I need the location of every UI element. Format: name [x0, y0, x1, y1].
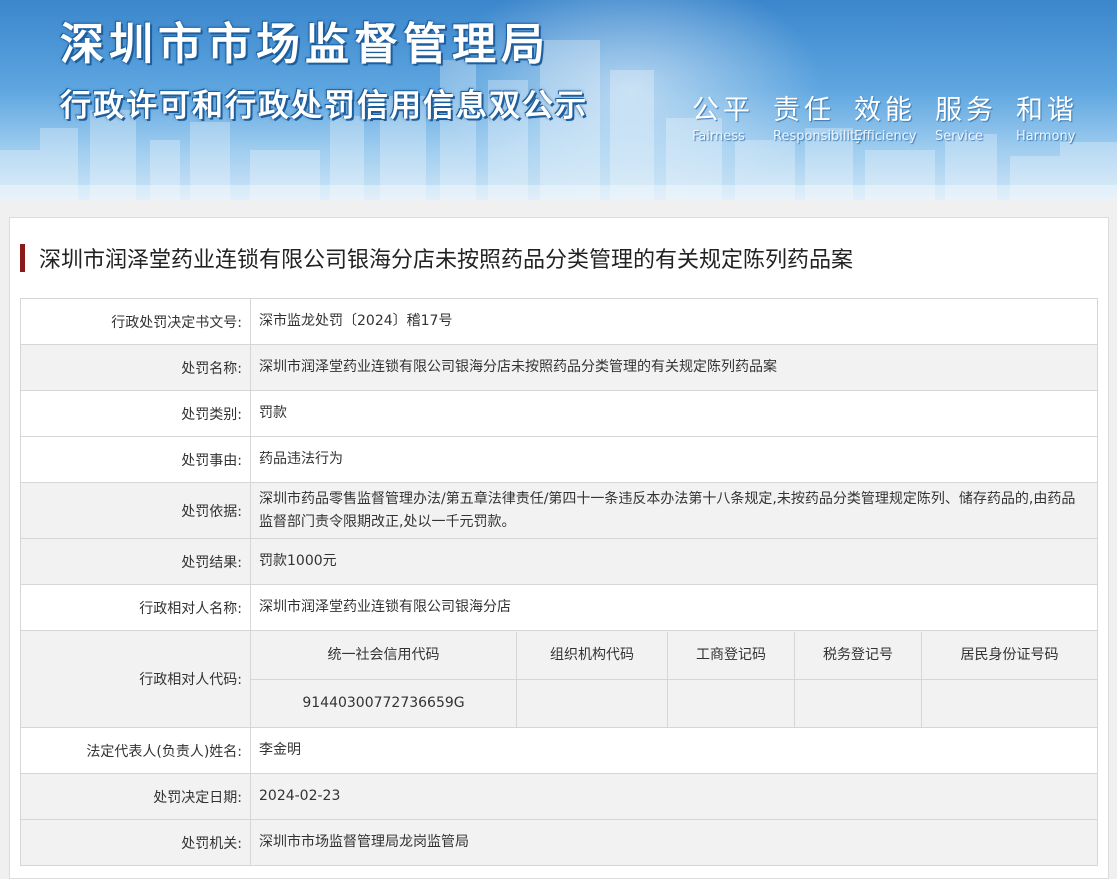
table-row: 行政相对人名称: 深圳市润泽堂药业连锁有限公司银海分店 — [20, 584, 1098, 631]
case-title: 深圳市润泽堂药业连锁有限公司银海分店未按照药品分类管理的有关规定陈列药品案 — [39, 248, 854, 273]
row-label: 处罚事由: — [20, 436, 251, 483]
value-harmony: 和谐 Harmony — [1016, 95, 1078, 144]
row-label: 处罚类别: — [20, 390, 251, 437]
row-value: 罚款1000元 — [250, 538, 1098, 585]
row-label: 法定代表人(负责人)姓名: — [20, 727, 251, 774]
table-row: 处罚结果: 罚款1000元 — [20, 538, 1098, 585]
case-detail-panel: 深圳市润泽堂药业连锁有限公司银海分店未按照药品分类管理的有关规定陈列药品案 行政… — [9, 217, 1109, 879]
codes-header: 居民身份证号码 — [921, 631, 1097, 680]
site-title: 深圳市市场监督管理局 — [60, 19, 550, 70]
row-label: 处罚结果: — [20, 538, 251, 585]
value-fairness: 公平 Fairness — [692, 95, 754, 144]
value-responsibility: 责任 Responsibility — [773, 95, 863, 144]
table-row: 处罚名称: 深圳市润泽堂药业连锁有限公司银海分店未按照药品分类管理的有关规定陈列… — [20, 344, 1098, 391]
heading-accent-bar — [20, 244, 25, 272]
row-label: 行政相对人名称: — [20, 584, 251, 631]
table-row: 处罚事由: 药品违法行为 — [20, 436, 1098, 483]
row-value: 深市监龙处罚〔2024〕稽17号 — [250, 298, 1098, 345]
site-subtitle: 行政许可和行政处罚信用信息双公示 — [60, 88, 588, 124]
row-value: 罚款 — [250, 390, 1098, 437]
row-value: 2024-02-23 — [250, 773, 1098, 820]
table-row: 处罚机关: 深圳市市场监督管理局龙岗监管局 — [20, 819, 1098, 866]
codes-header: 统一社会信用代码 — [251, 631, 517, 680]
case-heading: 深圳市润泽堂药业连锁有限公司银海分店未按照药品分类管理的有关规定陈列药品案 — [20, 242, 853, 274]
row-value: 李金明 — [250, 727, 1098, 774]
row-label: 处罚名称: — [20, 344, 251, 391]
table-row: 处罚依据: 深圳市药品零售监督管理办法/第五章法律责任/第四十一条违反本办法第十… — [20, 482, 1098, 539]
row-value: 深圳市润泽堂药业连锁有限公司银海分店 — [250, 584, 1098, 631]
codes-value — [794, 678, 922, 727]
value-efficiency: 效能 Efficiency — [854, 95, 917, 144]
codes-header: 税务登记号 — [794, 631, 922, 680]
table-row-codes: 行政相对人代码: 统一社会信用代码 组织机构代码 工商登记码 税务登记号 居民身… — [20, 630, 1098, 728]
table-row: 处罚类别: 罚款 — [20, 390, 1098, 437]
row-label: 处罚机关: — [20, 819, 251, 866]
codes-value: 91440300772736659G — [251, 678, 517, 727]
value-service: 服务 Service — [935, 95, 997, 144]
case-info-table: 行政处罚决定书文号: 深市监龙处罚〔2024〕稽17号 处罚名称: 深圳市润泽堂… — [20, 298, 1098, 866]
row-label: 行政处罚决定书文号: — [20, 298, 251, 345]
table-row: 法定代表人(负责人)姓名: 李金明 — [20, 727, 1098, 774]
codes-header: 工商登记码 — [667, 631, 795, 680]
codes-value — [921, 678, 1097, 727]
row-value: 药品违法行为 — [250, 436, 1098, 483]
row-value: 深圳市药品零售监督管理办法/第五章法律责任/第四十一条违反本办法第十八条规定,未… — [250, 482, 1098, 539]
table-row: 处罚决定日期: 2024-02-23 — [20, 773, 1098, 820]
codes-cell: 统一社会信用代码 组织机构代码 工商登记码 税务登记号 居民身份证号码 9144… — [250, 630, 1098, 728]
party-codes-table: 统一社会信用代码 组织机构代码 工商登记码 税务登记号 居民身份证号码 9144… — [251, 631, 1097, 727]
row-value: 深圳市市场监督管理局龙岗监管局 — [250, 819, 1098, 866]
codes-header-row: 统一社会信用代码 组织机构代码 工商登记码 税务登记号 居民身份证号码 — [251, 631, 1097, 680]
row-label: 处罚依据: — [20, 482, 251, 539]
table-row: 行政处罚决定书文号: 深市监龙处罚〔2024〕稽17号 — [20, 298, 1098, 345]
codes-header: 组织机构代码 — [516, 631, 668, 680]
row-label: 行政相对人代码: — [20, 630, 251, 728]
row-value: 深圳市润泽堂药业连锁有限公司银海分店未按照药品分类管理的有关规定陈列药品案 — [250, 344, 1098, 391]
row-label: 处罚决定日期: — [20, 773, 251, 820]
codes-value — [516, 678, 668, 727]
codes-value — [667, 678, 795, 727]
header-banner: 深圳市市场监督管理局 行政许可和行政处罚信用信息双公示 公平 Fairness 责… — [0, 0, 1117, 200]
core-values: 公平 Fairness 责任 Responsibility 效能 Efficiency… — [692, 88, 1097, 144]
codes-value-row: 91440300772736659G — [251, 678, 1097, 727]
